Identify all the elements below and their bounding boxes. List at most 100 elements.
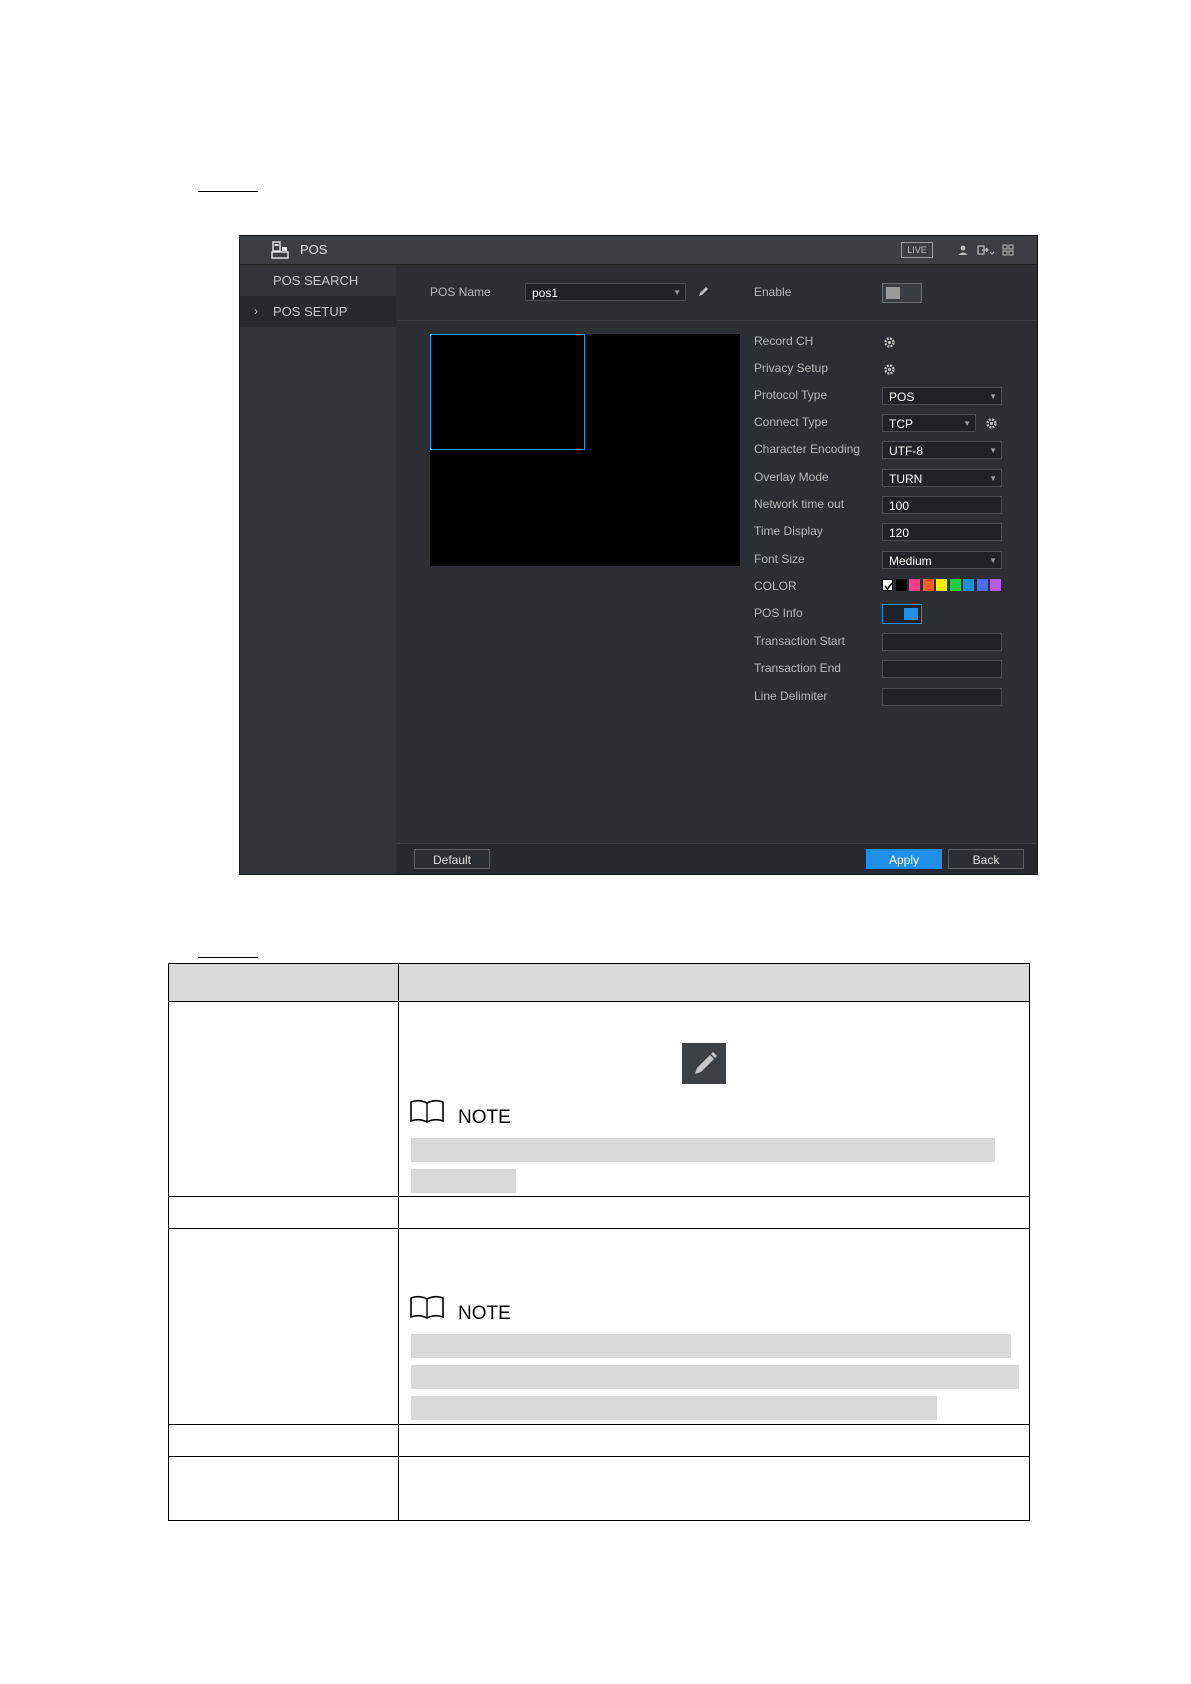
- protocol-type-select[interactable]: POS ▼: [882, 387, 1002, 405]
- pos-info-toggle[interactable]: [882, 604, 922, 624]
- table-heading-underline: [198, 957, 258, 958]
- character-encoding-select[interactable]: UTF-8 ▼: [882, 441, 1002, 459]
- color-swatch[interactable]: [990, 579, 1001, 591]
- line-delimiter-label: Line Delimiter: [754, 689, 828, 703]
- transaction-start-input[interactable]: [882, 633, 1002, 651]
- color-swatch[interactable]: [909, 579, 920, 591]
- gear-icon[interactable]: [883, 363, 896, 376]
- sidebar: POS SEARCH › POS SETUP: [240, 265, 396, 874]
- color-swatch[interactable]: [936, 579, 947, 591]
- enable-label: Enable: [754, 285, 792, 299]
- font-size-select[interactable]: Medium ▼: [882, 551, 1002, 569]
- default-button[interactable]: Default: [414, 849, 490, 869]
- user-icon[interactable]: [957, 244, 969, 256]
- row-divider: [169, 1228, 1029, 1229]
- color-label: COLOR: [754, 579, 797, 593]
- logout-icon[interactable]: [977, 244, 995, 256]
- network-timeout-value: 100: [889, 499, 910, 513]
- note-text-redacted: [411, 1334, 1011, 1358]
- toggle-knob: [886, 287, 900, 299]
- table-header-row: [169, 964, 1029, 1001]
- overlay-mode-label: Overlay Mode: [754, 470, 829, 484]
- note-label: NOTE: [458, 1107, 511, 1128]
- video-preview: [430, 334, 740, 566]
- transaction-end-label: Transaction End: [754, 661, 841, 675]
- sidebar-item-label: POS SEARCH: [273, 273, 359, 288]
- main-panel: POS Name pos1 ▼ Enable Record CH Privacy…: [397, 265, 1037, 874]
- chevron-down-icon: ▼: [989, 446, 997, 455]
- time-display-label: Time Display: [754, 524, 823, 538]
- sidebar-item-label: POS SETUP: [273, 304, 348, 319]
- column-divider: [398, 964, 399, 1520]
- enable-toggle[interactable]: [882, 283, 922, 303]
- character-encoding-label: Character Encoding: [754, 442, 861, 456]
- pos-info-label: POS Info: [754, 606, 803, 620]
- book-icon: [410, 1099, 444, 1123]
- apply-button[interactable]: Apply: [866, 849, 942, 869]
- font-size-value: Medium: [889, 554, 932, 568]
- chevron-right-icon: ›: [254, 304, 258, 318]
- connect-type-label: Connect Type: [754, 415, 828, 429]
- overlay-region-box[interactable]: [430, 334, 585, 450]
- pos-name-select[interactable]: pos1 ▼: [525, 283, 686, 301]
- pos-name-label: POS Name: [430, 285, 491, 299]
- title-bar: POS LIVE: [240, 236, 1037, 265]
- color-swatch[interactable]: [922, 579, 934, 591]
- character-encoding-value: UTF-8: [889, 444, 923, 458]
- color-swatch[interactable]: [895, 579, 907, 591]
- network-timeout-label: Network time out: [754, 497, 845, 511]
- footer-bar: Default Apply Back: [397, 843, 1037, 874]
- time-display-value: 120: [889, 526, 910, 540]
- note-text-redacted: [411, 1365, 1019, 1389]
- connect-type-select[interactable]: TCP ▼: [882, 414, 976, 432]
- chevron-down-icon: ▼: [989, 556, 997, 565]
- line-delimiter-input[interactable]: [882, 688, 1002, 706]
- font-size-label: Font Size: [754, 552, 805, 566]
- pos-terminal-icon: [271, 241, 289, 259]
- note-label: NOTE: [458, 1303, 511, 1324]
- pos-name-value: pos1: [532, 286, 559, 300]
- row-divider: [169, 1196, 1029, 1197]
- color-swatch-group: [882, 579, 1007, 591]
- transaction-end-input[interactable]: [882, 660, 1002, 678]
- sidebar-item-pos-setup[interactable]: › POS SETUP: [240, 296, 396, 327]
- step-heading-underline: [198, 191, 258, 192]
- color-swatch[interactable]: [976, 579, 988, 591]
- gear-icon[interactable]: [883, 336, 896, 349]
- chevron-down-icon: ▼: [673, 288, 681, 297]
- transaction-start-label: Transaction Start: [754, 634, 845, 648]
- color-swatch[interactable]: [882, 579, 893, 591]
- sidebar-item-pos-search[interactable]: POS SEARCH: [240, 265, 396, 296]
- back-button[interactable]: Back: [948, 849, 1024, 869]
- parameter-table: NOTE NOTE: [168, 963, 1030, 1521]
- edit-pencil-icon: [682, 1043, 726, 1084]
- edit-pencil-icon[interactable]: [697, 285, 710, 298]
- live-button[interactable]: LIVE: [901, 242, 933, 258]
- privacy-setup-label: Privacy Setup: [754, 361, 829, 375]
- color-swatch[interactable]: [949, 579, 961, 591]
- chevron-down-icon: ▼: [989, 474, 997, 483]
- protocol-type-label: Protocol Type: [754, 388, 828, 402]
- time-display-input[interactable]: 120: [882, 523, 1002, 541]
- gear-icon[interactable]: [985, 417, 998, 430]
- overlay-mode-value: TURN: [889, 472, 923, 486]
- network-timeout-input[interactable]: 100: [882, 496, 1002, 514]
- overlay-mode-select[interactable]: TURN ▼: [882, 469, 1002, 487]
- toggle-knob: [904, 608, 918, 620]
- window-title: POS: [300, 242, 328, 257]
- pos-setup-window: POS LIVE POS SEARCH › POS SETUP POS Name: [239, 235, 1038, 875]
- record-ch-label: Record CH: [754, 334, 814, 348]
- chevron-down-icon: ▼: [963, 419, 971, 428]
- protocol-type-value: POS: [889, 390, 915, 404]
- connect-type-value: TCP: [889, 417, 913, 431]
- book-icon: [410, 1295, 444, 1319]
- grid-menu-icon[interactable]: [1002, 244, 1014, 256]
- note-text-redacted: [411, 1396, 937, 1420]
- divider: [397, 320, 1037, 321]
- chevron-down-icon: ▼: [989, 392, 997, 401]
- row-divider: [169, 1001, 1029, 1002]
- note-text-redacted: [411, 1169, 516, 1193]
- note-text-redacted: [411, 1138, 995, 1162]
- row-divider: [169, 1456, 1029, 1457]
- color-swatch[interactable]: [963, 579, 974, 591]
